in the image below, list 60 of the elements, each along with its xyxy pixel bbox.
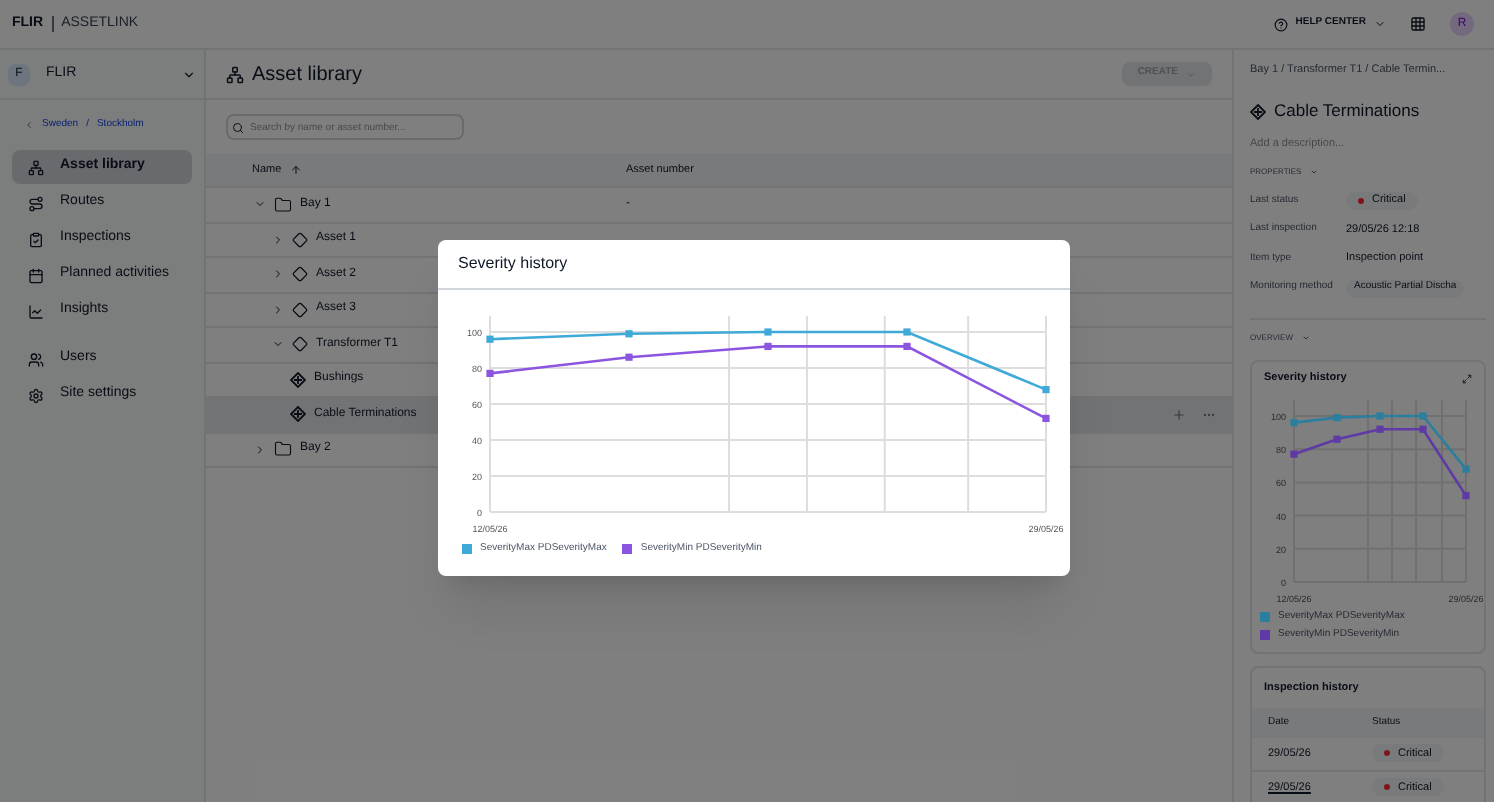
settings-icon (28, 387, 44, 403)
tree-icon (28, 159, 44, 175)
search-icon (232, 121, 244, 133)
point (1419, 411, 1427, 419)
point (903, 328, 911, 336)
point (1462, 464, 1470, 472)
point (764, 328, 772, 336)
expand-icon[interactable] (1462, 373, 1472, 384)
apps-grid-icon[interactable] (1410, 16, 1426, 32)
expand-icon[interactable] (272, 268, 284, 281)
caret-icon (1186, 69, 1196, 79)
diamond-icon (292, 266, 308, 283)
point (1376, 424, 1384, 432)
tree-icon (226, 65, 244, 83)
route-icon (28, 195, 44, 211)
legend-swatch (1260, 611, 1270, 622)
expand-icon[interactable] (272, 338, 284, 351)
diamond-icon (292, 231, 308, 248)
legend-swatch (462, 544, 472, 555)
point (1333, 434, 1341, 442)
point (1290, 418, 1298, 426)
page-title: Asset library (252, 61, 363, 89)
diamond-icon (292, 301, 308, 318)
point (486, 335, 494, 343)
detail-title: Cable Terminations (1274, 98, 1420, 124)
crosshair-diamond-icon (290, 406, 306, 423)
chevron-icon (182, 67, 196, 81)
folder-icon (274, 440, 292, 459)
dialog-title: Severity history (438, 240, 1070, 290)
point (1419, 424, 1427, 432)
sort-arrow-icon[interactable] (289, 164, 302, 176)
point (1333, 413, 1341, 421)
crosshair-diamond-icon (290, 371, 306, 388)
point (486, 369, 494, 377)
chart-icon (28, 303, 44, 319)
legend-swatch (1260, 630, 1270, 641)
point (1376, 411, 1384, 419)
help-icon (1273, 17, 1288, 31)
point (625, 330, 633, 338)
folder-icon (274, 195, 292, 214)
clipboard-icon (28, 231, 44, 247)
add-icon[interactable] (1172, 407, 1186, 422)
point (1042, 414, 1050, 422)
point (903, 342, 911, 350)
chevron-icon (1374, 18, 1386, 30)
diamond-icon (292, 336, 308, 353)
expand-icon[interactable] (254, 198, 266, 211)
users-icon (28, 351, 44, 367)
point (625, 353, 633, 361)
point (1290, 449, 1298, 457)
legend-swatch (622, 544, 633, 555)
expand-icon[interactable] (272, 233, 284, 246)
crosshair-diamond-icon (1250, 103, 1266, 120)
calendar-icon (28, 267, 44, 283)
point (1042, 386, 1050, 394)
point (1462, 491, 1470, 499)
expand-icon[interactable] (254, 443, 266, 456)
expand-icon[interactable] (272, 303, 284, 316)
back-icon[interactable] (24, 120, 34, 130)
point (764, 342, 772, 350)
